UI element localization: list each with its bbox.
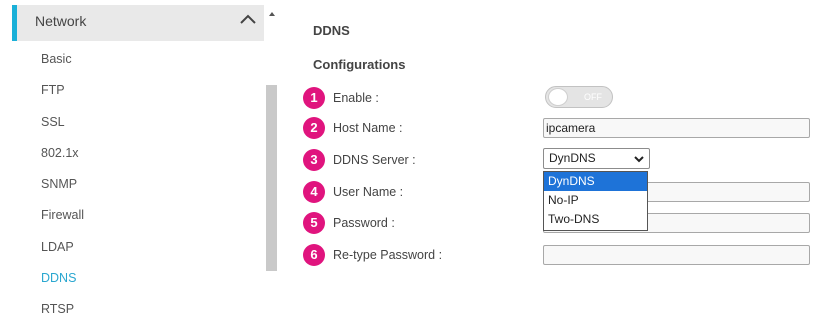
sidebar: Network Basic FTP SSL 802.1x SNMP Firewa… <box>0 0 292 317</box>
step-badge-1: 1 <box>303 87 325 109</box>
ddns-server-dropdown-list: DynDNS No-IP Two-DNS <box>543 171 648 231</box>
scroll-up-arrow-icon[interactable] <box>268 10 276 18</box>
toggle-knob <box>548 88 568 106</box>
nav-list: Basic FTP SSL 802.1x SNMP Firewall LDAP … <box>41 44 84 317</box>
page-title: DDNS <box>313 23 350 38</box>
ddns-server-row: 3 DDNS Server : DynDNS <box>303 148 813 172</box>
host-name-label: Host Name : <box>333 121 403 135</box>
host-name-row: 2 Host Name : ipcamera <box>303 116 813 140</box>
host-name-input[interactable]: ipcamera <box>543 118 810 138</box>
step-badge-3: 3 <box>303 149 325 171</box>
section-heading: Configurations <box>313 57 406 72</box>
step-badge-5: 5 <box>303 212 325 234</box>
user-name-label: User Name : <box>333 185 404 199</box>
sidebar-item-firewall[interactable]: Firewall <box>41 200 84 231</box>
dropdown-option-dyndns[interactable]: DynDNS <box>544 172 647 191</box>
ddns-server-label: DDNS Server : <box>333 153 416 167</box>
ddns-server-selected-value: DynDNS <box>549 151 596 165</box>
sidebar-item-8021x[interactable]: 802.1x <box>41 138 84 169</box>
retype-password-input[interactable] <box>543 245 810 265</box>
password-label: Password : <box>333 216 395 230</box>
nav-section-network[interactable]: Network <box>12 5 264 41</box>
retype-password-label: Re-type Password : <box>333 248 443 262</box>
sidebar-item-rtsp[interactable]: RTSP <box>41 294 84 317</box>
sidebar-item-ldap[interactable]: LDAP <box>41 232 84 263</box>
sidebar-item-snmp[interactable]: SNMP <box>41 169 84 200</box>
sidebar-item-ftp[interactable]: FTP <box>41 75 84 106</box>
sidebar-item-ssl[interactable]: SSL <box>41 107 84 138</box>
step-badge-2: 2 <box>303 117 325 139</box>
sidebar-item-basic[interactable]: Basic <box>41 44 84 75</box>
ddns-panel: DDNS Configurations 1 Enable : OFF 2 Hos… <box>300 0 818 317</box>
sidebar-item-ddns[interactable]: DDNS <box>41 263 84 294</box>
step-badge-6: 6 <box>303 244 325 266</box>
enable-toggle[interactable]: OFF <box>545 86 613 108</box>
sidebar-scrollbar[interactable] <box>266 85 277 271</box>
enable-label: Enable : <box>333 91 379 105</box>
dropdown-option-noip[interactable]: No-IP <box>544 191 647 210</box>
dropdown-option-twodns[interactable]: Two-DNS <box>544 210 647 229</box>
retype-password-row: 6 Re-type Password : <box>303 243 813 267</box>
ddns-server-select[interactable]: DynDNS <box>543 148 650 169</box>
nav-section-label: Network <box>35 13 87 29</box>
chevron-up-icon[interactable] <box>239 12 257 26</box>
chevron-down-icon <box>634 156 644 163</box>
step-badge-4: 4 <box>303 181 325 203</box>
toggle-state-text: OFF <box>584 92 602 102</box>
enable-row: 1 Enable : OFF <box>303 86 813 110</box>
